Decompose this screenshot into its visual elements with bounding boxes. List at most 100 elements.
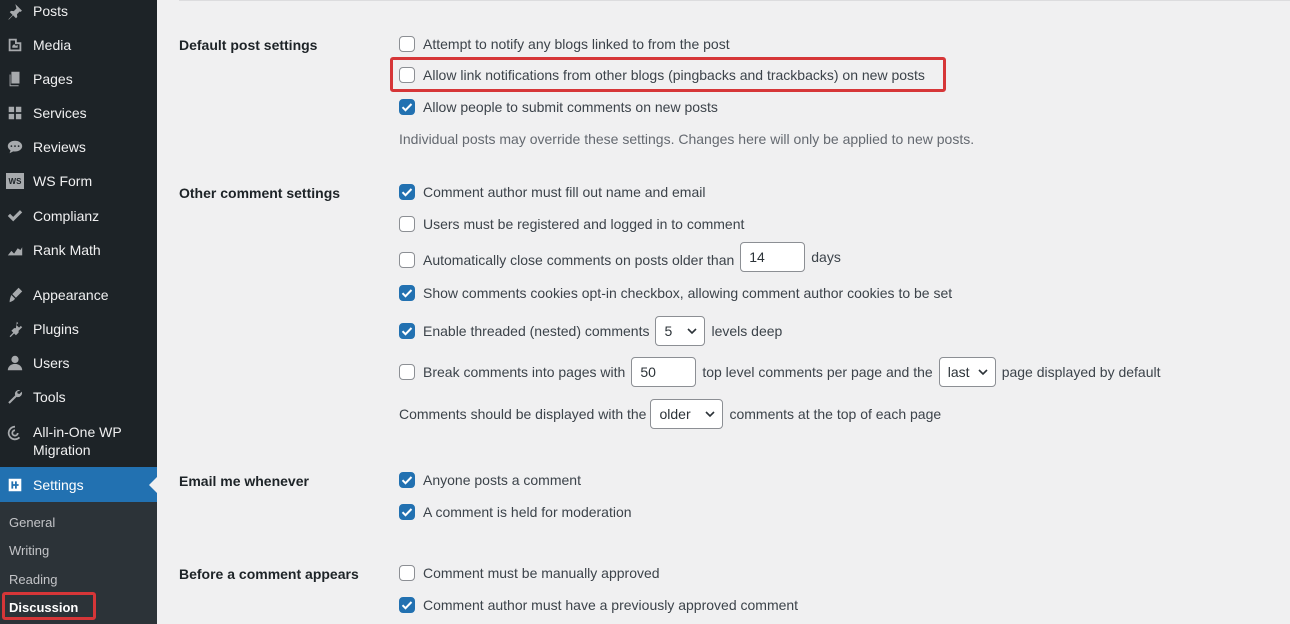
menu-item-all-in-one-wp-migration[interactable]: All-in-One WP Migration: [0, 423, 157, 461]
option-paged-comments[interactable]: Break comments into pages with 50 top le…: [399, 357, 1161, 387]
checkmark-icon: [401, 327, 413, 336]
checkmark-icon: [401, 601, 413, 610]
menu-label-line1: All-in-One WP: [33, 424, 122, 440]
menu-item-tools[interactable]: Tools: [0, 386, 157, 408]
option-label: Comment author must fill out name and em…: [423, 184, 706, 200]
menu-label-line2: Migration: [33, 442, 91, 458]
submenu-item-writing[interactable]: Writing: [9, 543, 49, 558]
checkbox-allow-link-notifications[interactable]: [399, 67, 415, 83]
menu-item-complianz[interactable]: Complianz: [0, 205, 157, 227]
select-value: 5: [664, 323, 673, 339]
checkbox-registered-users[interactable]: [399, 216, 415, 232]
option-author-fill-name-email[interactable]: Comment author must fill out name and em…: [399, 184, 705, 200]
comments-per-page-input[interactable]: 50: [631, 357, 697, 387]
option-allow-comments[interactable]: Allow people to submit comments on new p…: [399, 99, 718, 115]
option-anyone-posts-comment[interactable]: Anyone posts a comment: [399, 472, 581, 488]
admin-sidebar: Posts Media Pages Services Reviews WS WS…: [0, 0, 157, 624]
checkbox-allow-comments[interactable]: [399, 99, 415, 115]
option-comment-held-moderation[interactable]: A comment is held for moderation: [399, 504, 632, 520]
user-icon: [5, 353, 25, 373]
checkbox-comment-held-moderation[interactable]: [399, 504, 415, 520]
checkbox-manually-approved[interactable]: [399, 565, 415, 581]
option-label: Attempt to notify any blogs linked to fr…: [423, 36, 730, 52]
select-value: last: [947, 364, 970, 380]
checkbox-paged-comments[interactable]: [399, 364, 415, 380]
checkbox-notify-linked-blogs[interactable]: [399, 36, 415, 52]
thread-depth-select[interactable]: 5: [655, 316, 706, 346]
option-registered-users[interactable]: Users must be registered and logged in t…: [399, 216, 744, 232]
default-page-select[interactable]: last: [938, 357, 996, 387]
option-label-suffix: page displayed by default: [1001, 364, 1161, 380]
checkbox-author-fill-name-email[interactable]: [399, 184, 415, 200]
menu-item-pages[interactable]: Pages: [0, 68, 157, 90]
checkbox-auto-close-comments[interactable]: [399, 251, 415, 268]
menu-item-plugins[interactable]: Plugins: [0, 318, 157, 340]
comment-order-select[interactable]: older: [650, 399, 724, 429]
menu-item-appearance[interactable]: Appearance: [0, 284, 157, 306]
option-allow-link-notifications[interactable]: Allow link notifications from other blog…: [399, 67, 925, 83]
checkbox-threaded-comments[interactable]: [399, 323, 415, 339]
menu-label: Reviews: [33, 139, 86, 155]
ws-form-icon: WS: [5, 171, 25, 191]
checkmark-icon: [401, 188, 413, 197]
menu-item-ws-form[interactable]: WS WS Form: [0, 170, 157, 192]
menu-label: Posts: [33, 3, 69, 19]
plugin-icon: [5, 319, 25, 339]
option-label: Allow people to submit comments on new p…: [423, 99, 718, 115]
chevron-down-icon: [978, 369, 988, 376]
settings-icon: [5, 475, 25, 495]
menu-label: Settings: [33, 476, 84, 493]
option-label: A comment is held for moderation: [423, 504, 632, 520]
section-label-before-comment-appears: Before a comment appears: [179, 566, 359, 582]
option-label: Comment author must have a previously ap…: [423, 597, 799, 613]
checkmark-icon: [401, 289, 413, 298]
close-after-days-input[interactable]: 14: [740, 242, 806, 272]
checkbox-anyone-posts-comment[interactable]: [399, 472, 415, 488]
chevron-down-icon: [705, 411, 716, 418]
option-label: Automatically close comments on posts ol…: [423, 251, 735, 268]
option-label: Break comments into pages with: [423, 364, 626, 380]
menu-label: Tools: [33, 389, 66, 405]
option-label-middle: top level comments per page and the: [702, 364, 933, 380]
option-cookies-opt-in[interactable]: Show comments cookies opt-in checkbox, a…: [399, 285, 952, 301]
option-manually-approved[interactable]: Comment must be manually approved: [399, 565, 660, 581]
media-icon: [5, 35, 25, 55]
checkmark-icon: [401, 476, 413, 485]
discussion-highlight-box: [2, 592, 96, 620]
checkbox-cookies-opt-in[interactable]: [399, 285, 415, 301]
pages-icon: [5, 69, 25, 89]
menu-item-services[interactable]: Services: [0, 102, 157, 124]
option-previously-approved[interactable]: Comment author must have a previously ap…: [399, 597, 798, 613]
menu-item-reviews[interactable]: Reviews: [0, 136, 157, 158]
section-label-other-comment-settings: Other comment settings: [179, 185, 341, 201]
menu-label: Rank Math: [33, 242, 101, 258]
menu-item-rank-math[interactable]: Rank Math: [0, 239, 157, 261]
active-indicator: [149, 476, 157, 493]
chevron-down-icon: [687, 328, 698, 335]
option-label: Anyone posts a comment: [423, 472, 581, 488]
menu-item-users[interactable]: Users: [0, 352, 157, 374]
checkmark-icon: [401, 508, 413, 517]
migration-icon: [5, 423, 25, 443]
section-label-email-me-whenever: Email me whenever: [179, 473, 309, 489]
option-label-suffix: comments at the top of each page: [729, 406, 942, 422]
checkbox-previously-approved[interactable]: [399, 597, 415, 613]
divider: [179, 0, 1290, 1]
option-label-suffix: days: [811, 249, 841, 265]
menu-item-settings[interactable]: Settings: [0, 467, 157, 502]
grid-icon: [5, 103, 25, 123]
menu-item-media[interactable]: Media: [0, 34, 157, 56]
option-comment-order: Comments should be displayed with the ol…: [399, 399, 941, 429]
option-threaded-comments[interactable]: Enable threaded (nested) comments 5 leve…: [399, 316, 782, 346]
menu-label: Media: [33, 37, 72, 53]
option-notify-linked-blogs[interactable]: Attempt to notify any blogs linked to fr…: [399, 36, 730, 52]
checkmark-icon: [401, 103, 413, 112]
submenu-item-general[interactable]: General: [9, 515, 55, 530]
option-label: Comment must be manually approved: [423, 565, 660, 581]
menu-item-posts[interactable]: Posts: [0, 0, 157, 22]
chart-icon: [5, 240, 25, 260]
option-auto-close-comments[interactable]: Automatically close comments on posts ol…: [399, 242, 841, 272]
paintbrush-icon: [5, 285, 25, 305]
option-label: Comments should be displayed with the: [399, 406, 647, 422]
submenu-item-reading[interactable]: Reading: [9, 572, 57, 587]
